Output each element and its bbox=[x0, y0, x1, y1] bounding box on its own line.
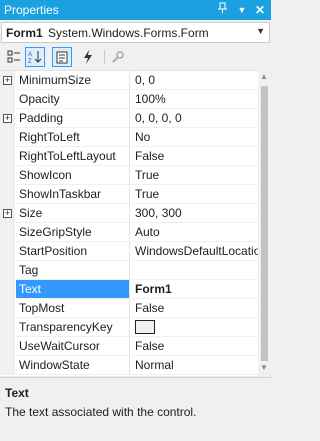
window-title: Properties bbox=[4, 3, 59, 17]
scroll-up-icon[interactable]: ▲ bbox=[260, 72, 268, 81]
toolbar-separator bbox=[104, 50, 105, 64]
property-row[interactable]: SizeGripStyle Auto bbox=[0, 223, 258, 242]
property-name: SizeGripStyle bbox=[16, 223, 130, 242]
object-name: Form1 bbox=[6, 26, 43, 40]
property-row[interactable]: + Size 300, 300 bbox=[0, 204, 258, 223]
property-row[interactable]: TopMost False bbox=[0, 299, 258, 318]
expand-icon[interactable]: + bbox=[3, 76, 12, 85]
object-type: System.Windows.Forms.Form bbox=[48, 26, 209, 40]
pin-icon[interactable] bbox=[215, 2, 231, 18]
properties-icon[interactable] bbox=[52, 47, 72, 67]
alphabetical-icon[interactable]: AZ bbox=[25, 47, 45, 67]
property-pages-icon[interactable] bbox=[108, 47, 128, 67]
property-name: Opacity bbox=[16, 90, 130, 109]
close-icon[interactable]: ✕ bbox=[252, 2, 268, 18]
property-row[interactable]: + MinimumSize 0, 0 bbox=[0, 71, 258, 90]
property-name: Tag bbox=[16, 261, 130, 280]
chevron-down-icon[interactable]: ▼ bbox=[256, 26, 265, 36]
property-row[interactable]: Text Form1 bbox=[0, 280, 258, 299]
property-value[interactable]: False bbox=[131, 337, 258, 356]
row-gutter bbox=[0, 147, 15, 166]
property-value[interactable] bbox=[131, 261, 258, 280]
row-gutter bbox=[0, 261, 15, 280]
property-row[interactable]: TransparencyKey bbox=[0, 318, 258, 337]
property-value[interactable]: WindowsDefaultLocation bbox=[131, 242, 258, 261]
property-row[interactable]: StartPosition WindowsDefaultLocation bbox=[0, 242, 258, 261]
scroll-down-icon[interactable]: ▼ bbox=[260, 363, 268, 372]
property-row[interactable]: Tag bbox=[0, 261, 258, 280]
row-gutter bbox=[0, 356, 15, 375]
row-gutter: + bbox=[0, 204, 15, 223]
object-selector-dropdown[interactable]: Form1 System.Windows.Forms.Form ▼ bbox=[1, 22, 270, 43]
row-gutter bbox=[0, 280, 15, 299]
property-name: MinimumSize bbox=[16, 71, 130, 90]
property-name: ShowInTaskbar bbox=[16, 185, 130, 204]
property-name: ShowIcon bbox=[16, 166, 130, 185]
row-gutter: + bbox=[0, 109, 15, 128]
expand-icon[interactable]: + bbox=[3, 209, 12, 218]
property-value[interactable]: Form1 bbox=[131, 280, 258, 299]
row-gutter bbox=[0, 242, 15, 261]
property-name: Size bbox=[16, 204, 130, 223]
property-name: UseWaitCursor bbox=[16, 337, 130, 356]
property-name: WindowState bbox=[16, 356, 130, 375]
row-gutter bbox=[0, 166, 15, 185]
property-value[interactable]: 300, 300 bbox=[131, 204, 258, 223]
property-row[interactable]: WindowState Normal bbox=[0, 356, 258, 375]
property-value[interactable]: Normal bbox=[131, 356, 258, 375]
vertical-scrollbar[interactable]: ▲ ▼ bbox=[258, 70, 271, 376]
property-row[interactable]: + Padding 0, 0, 0, 0 bbox=[0, 109, 258, 128]
events-icon[interactable] bbox=[78, 47, 98, 67]
categorized-icon[interactable] bbox=[4, 47, 24, 67]
property-value[interactable]: Auto bbox=[131, 223, 258, 242]
property-row[interactable]: Opacity 100% bbox=[0, 90, 258, 109]
row-gutter bbox=[0, 128, 15, 147]
property-value[interactable]: False bbox=[131, 147, 258, 166]
property-row[interactable]: RightToLeft No bbox=[0, 128, 258, 147]
scrollbar-thumb[interactable] bbox=[261, 86, 268, 361]
description-title: Text bbox=[5, 386, 29, 400]
row-gutter bbox=[0, 299, 15, 318]
description-panel: Text The text associated with the contro… bbox=[0, 377, 271, 441]
property-name: TransparencyKey bbox=[16, 318, 130, 337]
svg-text:A: A bbox=[28, 52, 32, 58]
expand-icon[interactable]: + bbox=[3, 114, 12, 123]
property-value[interactable]: 0, 0 bbox=[131, 71, 258, 90]
row-gutter bbox=[0, 223, 15, 242]
property-row[interactable]: ShowIcon True bbox=[0, 166, 258, 185]
row-gutter bbox=[0, 337, 15, 356]
property-grid: + MinimumSize 0, 0 Opacity 100% + Padding 0, 0,… bbox=[0, 70, 258, 376]
property-value[interactable]: True bbox=[131, 166, 258, 185]
property-name: RightToLeft bbox=[16, 128, 130, 147]
property-name: Text bbox=[16, 280, 130, 299]
description-text: The text associated with the control. bbox=[5, 405, 197, 419]
row-gutter bbox=[0, 318, 15, 337]
property-value[interactable]: 0, 0, 0, 0 bbox=[131, 109, 258, 128]
property-value[interactable]: True bbox=[131, 185, 258, 204]
row-gutter: + bbox=[0, 71, 15, 90]
property-row[interactable]: RightToLeftLayout False bbox=[0, 147, 258, 166]
properties-titlebar: Properties ▼ ✕ bbox=[0, 0, 271, 20]
property-value[interactable]: 100% bbox=[131, 90, 258, 109]
property-value[interactable]: False bbox=[131, 299, 258, 318]
property-value[interactable]: No bbox=[131, 128, 258, 147]
property-name: Padding bbox=[16, 109, 130, 128]
svg-text:Z: Z bbox=[28, 59, 32, 64]
dropdown-arrow-icon[interactable]: ▼ bbox=[234, 2, 250, 18]
color-swatch bbox=[135, 320, 155, 334]
row-gutter bbox=[0, 90, 15, 109]
properties-toolbar: AZ bbox=[0, 45, 271, 69]
row-gutter bbox=[0, 185, 15, 204]
property-name: TopMost bbox=[16, 299, 130, 318]
property-name: RightToLeftLayout bbox=[16, 147, 130, 166]
property-row[interactable]: ShowInTaskbar True bbox=[0, 185, 258, 204]
property-value-color[interactable] bbox=[131, 318, 258, 337]
property-row[interactable]: UseWaitCursor False bbox=[0, 337, 258, 356]
property-name: StartPosition bbox=[16, 242, 130, 261]
